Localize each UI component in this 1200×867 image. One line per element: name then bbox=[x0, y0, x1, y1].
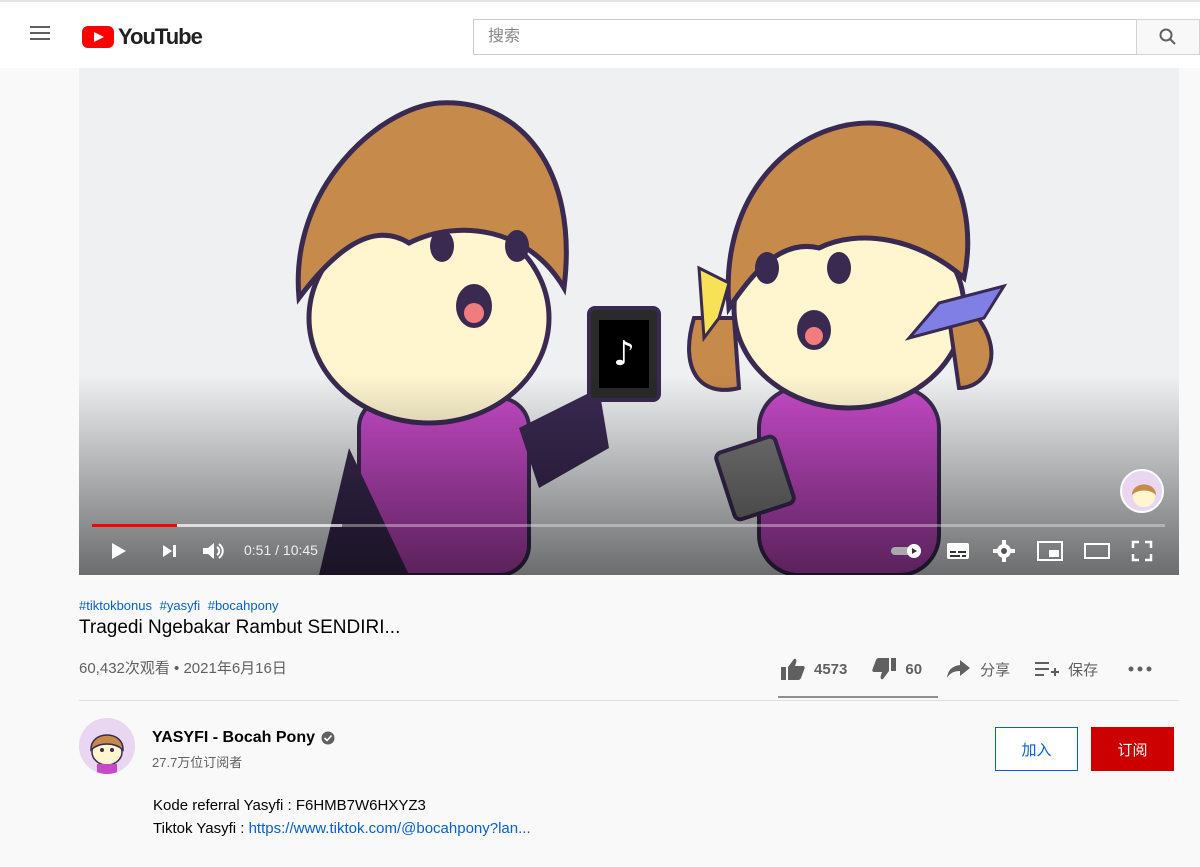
progress-played bbox=[92, 524, 177, 527]
video-actions: 4573 60 分享 保存 bbox=[780, 654, 1152, 684]
menu-icon[interactable] bbox=[24, 22, 56, 50]
search-button[interactable] bbox=[1136, 19, 1200, 55]
join-button[interactable]: 加入 bbox=[995, 727, 1078, 771]
hashtag-link[interactable]: #yasyfi bbox=[160, 598, 200, 613]
video-description: Kode referral Yasyfi : F6HMB7W6HXYZ3 Tik… bbox=[153, 794, 531, 840]
play-button[interactable] bbox=[106, 536, 130, 566]
volume-icon bbox=[203, 543, 224, 559]
subtitles-button[interactable] bbox=[945, 536, 971, 566]
save-label: 保存 bbox=[1068, 661, 1099, 679]
playlist-add-icon bbox=[1035, 662, 1060, 676]
more-horizontal-icon bbox=[1128, 666, 1152, 672]
tiktok-link[interactable]: https://www.tiktok.com/@bocahpony?lan... bbox=[249, 820, 531, 837]
time-display: 0:51 / 10:45 bbox=[244, 542, 318, 558]
channel-watermark[interactable] bbox=[1120, 469, 1164, 513]
like-count: 4573 bbox=[814, 660, 848, 678]
video-title: Tragedi Ngebakar Rambut SENDIRI... bbox=[79, 617, 401, 638]
more-actions-button[interactable] bbox=[1128, 666, 1152, 672]
share-button[interactable]: 分享 bbox=[946, 658, 1010, 680]
hashtag-link[interactable]: #bocahpony bbox=[208, 598, 279, 613]
autoplay-toggle[interactable] bbox=[889, 536, 925, 566]
video-player[interactable]: ♪ 0:51 / 10:45 bbox=[79, 68, 1179, 575]
theater-icon bbox=[1084, 543, 1110, 559]
search-box bbox=[473, 19, 1137, 55]
fullscreen-icon bbox=[1131, 540, 1153, 562]
channel-avatar[interactable] bbox=[79, 718, 135, 774]
dislike-button[interactable]: 60 bbox=[871, 657, 922, 681]
youtube-logo[interactable]: YouTube bbox=[82, 24, 203, 50]
save-button[interactable]: 保存 bbox=[1034, 658, 1098, 680]
autoplay-icon bbox=[891, 544, 921, 558]
description-line: Kode referral Yasyfi : F6HMB7W6HXYZ3 bbox=[153, 797, 426, 814]
search-icon bbox=[1159, 28, 1176, 45]
svg-text:♪: ♪ bbox=[613, 334, 635, 374]
like-button[interactable]: 4573 bbox=[780, 657, 847, 681]
hashtags: #tiktokbonus #yasyfi #bocahpony bbox=[79, 598, 283, 613]
settings-button[interactable] bbox=[991, 536, 1017, 566]
subscriber-count: 27.7万位订阅者 bbox=[152, 755, 243, 770]
play-icon bbox=[112, 543, 126, 559]
video-meta: 60,432次观看 • 2021年6月16日 bbox=[79, 660, 287, 677]
top-bar: YouTube bbox=[0, 0, 1200, 68]
subtitles-icon bbox=[947, 543, 969, 559]
logo-text: YouTube bbox=[118, 24, 203, 49]
description-line: Tiktok Yasyfi : https://www.tiktok.com/@… bbox=[153, 817, 531, 840]
next-button[interactable] bbox=[157, 536, 181, 566]
share-label: 分享 bbox=[980, 661, 1011, 679]
search-input[interactable] bbox=[474, 20, 1136, 54]
subscribe-button[interactable]: 订阅 bbox=[1091, 727, 1174, 771]
channel-name[interactable]: YASYFI - Bocah Pony bbox=[152, 729, 335, 747]
divider bbox=[79, 700, 1179, 701]
miniplayer-button[interactable] bbox=[1035, 536, 1065, 566]
description-text: Tiktok Yasyfi : bbox=[153, 820, 249, 837]
youtube-play-icon bbox=[82, 26, 114, 48]
share-icon bbox=[947, 660, 971, 678]
fullscreen-button[interactable] bbox=[1129, 536, 1155, 566]
verified-icon bbox=[321, 731, 335, 745]
channel-name-text: YASYFI - Bocah Pony bbox=[152, 729, 315, 746]
progress-bar[interactable] bbox=[92, 524, 1165, 527]
hashtag-link[interactable]: #tiktokbonus bbox=[79, 598, 152, 613]
dislike-count: 60 bbox=[905, 660, 923, 678]
miniplayer-icon bbox=[1037, 541, 1063, 561]
volume-button[interactable] bbox=[200, 536, 228, 566]
gear-icon bbox=[993, 540, 1015, 562]
skip-next-icon bbox=[163, 545, 176, 557]
thumbs-down-icon bbox=[872, 658, 897, 680]
theater-mode-button[interactable] bbox=[1082, 536, 1112, 566]
thumbs-up-icon bbox=[781, 658, 805, 680]
like-ratio-bar bbox=[778, 696, 938, 698]
